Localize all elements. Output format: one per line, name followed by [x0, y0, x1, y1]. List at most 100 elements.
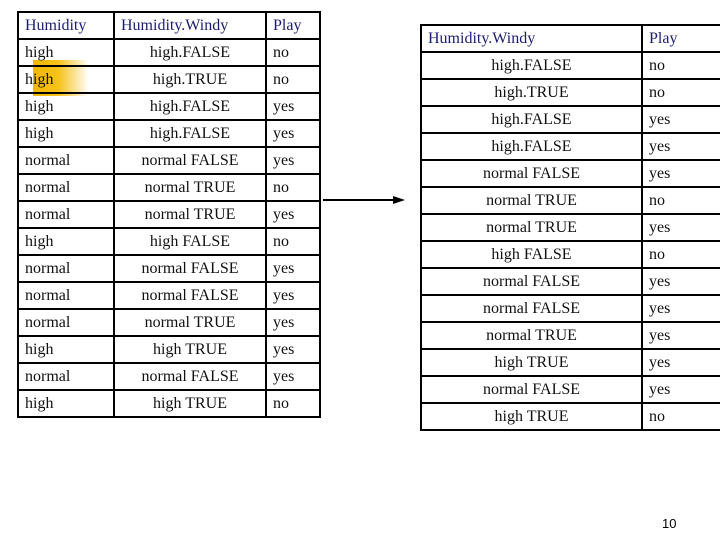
cell-play: yes: [641, 267, 720, 296]
cell-humidity-windy: high.FALSE: [113, 119, 267, 148]
table-row: high TRUE yes: [420, 348, 720, 377]
table-row: normal normal TRUE no: [17, 173, 321, 202]
header-play: Play: [641, 24, 720, 53]
table-row: normal FALSE yes: [420, 375, 720, 404]
table-row: high high.FALSE yes: [17, 119, 321, 148]
cell-play: yes: [265, 119, 321, 148]
table-row: high TRUE no: [420, 402, 720, 431]
cell-play: no: [641, 78, 720, 107]
cell-humidity-windy: normal FALSE: [113, 146, 267, 175]
header-humidity: Humidity: [17, 11, 115, 40]
table-row: normal FALSE yes: [420, 267, 720, 296]
cell-play: yes: [641, 375, 720, 404]
table-row: normal normal FALSE yes: [17, 254, 321, 283]
cell-play: no: [641, 402, 720, 431]
cell-humidity: high: [17, 65, 115, 94]
header-row: Humidity Humidity.Windy Play: [17, 11, 321, 40]
cell-humidity: normal: [17, 281, 115, 310]
cell-humidity: normal: [17, 308, 115, 337]
cell-play: no: [265, 65, 321, 94]
table-row: high high FALSE no: [17, 227, 321, 256]
cell-play: no: [641, 51, 720, 80]
table-row: high.FALSE yes: [420, 132, 720, 161]
table-row: normal normal TRUE yes: [17, 308, 321, 337]
table-row: high high.FALSE no: [17, 38, 321, 67]
cell-humidity-windy: high TRUE: [113, 335, 267, 364]
page-number: 10: [662, 516, 677, 531]
table-row: high high TRUE no: [17, 389, 321, 418]
cell-play: yes: [641, 294, 720, 323]
cell-play: yes: [265, 281, 321, 310]
cell-humidity: high: [17, 227, 115, 256]
cell-humidity-windy: normal FALSE: [420, 375, 643, 404]
table-row: high.TRUE no: [420, 78, 720, 107]
cell-play: yes: [265, 200, 321, 229]
cell-humidity-windy: normal FALSE: [420, 294, 643, 323]
table-row: normal normal FALSE yes: [17, 362, 321, 391]
cell-humidity-windy: normal TRUE: [113, 173, 267, 202]
cell-humidity-windy: high FALSE: [113, 227, 267, 256]
cell-humidity: normal: [17, 146, 115, 175]
cell-play: no: [265, 389, 321, 418]
table-row: high.FALSE no: [420, 51, 720, 80]
table-row: normal normal TRUE yes: [17, 200, 321, 229]
table-row: high.FALSE yes: [420, 105, 720, 134]
cell-humidity-windy: normal TRUE: [420, 321, 643, 350]
header-humidity-windy: Humidity.Windy: [113, 11, 267, 40]
cell-humidity: high: [17, 38, 115, 67]
cell-play: no: [641, 186, 720, 215]
cell-humidity: high: [17, 389, 115, 418]
cell-humidity-windy: high.FALSE: [420, 132, 643, 161]
cell-play: no: [265, 227, 321, 256]
header-row: Humidity.Windy Play: [420, 24, 720, 53]
cell-play: yes: [641, 321, 720, 350]
cell-play: yes: [265, 308, 321, 337]
cell-humidity-windy: high.FALSE: [420, 51, 643, 80]
cell-humidity-windy: normal TRUE: [420, 213, 643, 242]
table-row: high FALSE no: [420, 240, 720, 269]
cell-play: yes: [641, 348, 720, 377]
header-humidity-windy: Humidity.Windy: [420, 24, 643, 53]
cell-humidity-windy: high.TRUE: [420, 78, 643, 107]
cell-play: yes: [265, 335, 321, 364]
table-row: normal FALSE yes: [420, 294, 720, 323]
table-row: normal FALSE yes: [420, 159, 720, 188]
cell-humidity: normal: [17, 200, 115, 229]
cell-humidity-windy: high.FALSE: [113, 92, 267, 121]
cell-humidity-windy: normal FALSE: [113, 362, 267, 391]
right-arrow-icon: [323, 196, 405, 204]
cell-play: yes: [641, 159, 720, 188]
table-row: normal TRUE no: [420, 186, 720, 215]
table-row: normal TRUE yes: [420, 321, 720, 350]
cell-play: yes: [641, 105, 720, 134]
cell-humidity-windy: normal TRUE: [113, 200, 267, 229]
cell-play: no: [265, 38, 321, 67]
cell-play: yes: [265, 92, 321, 121]
cell-humidity-windy: high TRUE: [420, 348, 643, 377]
cell-humidity: high: [17, 335, 115, 364]
table-row: high high TRUE yes: [17, 335, 321, 364]
cell-humidity: normal: [17, 173, 115, 202]
cell-humidity-windy: high TRUE: [113, 389, 267, 418]
table-row: normal normal FALSE yes: [17, 281, 321, 310]
cell-humidity: high: [17, 92, 115, 121]
cell-humidity-windy: high TRUE: [420, 402, 643, 431]
cell-humidity: high: [17, 119, 115, 148]
cell-play: yes: [265, 146, 321, 175]
cell-humidity: normal: [17, 254, 115, 283]
table-row: high high.TRUE no: [17, 65, 321, 94]
cell-humidity-windy: high.FALSE: [113, 38, 267, 67]
cell-humidity-windy: normal FALSE: [113, 281, 267, 310]
cell-humidity-windy: high.FALSE: [420, 105, 643, 134]
cell-humidity-windy: high FALSE: [420, 240, 643, 269]
cell-humidity-windy: normal FALSE: [113, 254, 267, 283]
result-table: Humidity.Windy Play high.FALSE no high.TRU…: [420, 24, 720, 431]
cell-humidity-windy: normal FALSE: [420, 267, 643, 296]
cell-humidity-windy: high.TRUE: [113, 65, 267, 94]
cell-play: yes: [265, 362, 321, 391]
cell-play: yes: [265, 254, 321, 283]
source-table: Humidity Humidity.Windy Play high high.FA…: [17, 11, 321, 418]
cell-play: yes: [641, 213, 720, 242]
cell-humidity-windy: normal TRUE: [113, 308, 267, 337]
cell-play: no: [641, 240, 720, 269]
